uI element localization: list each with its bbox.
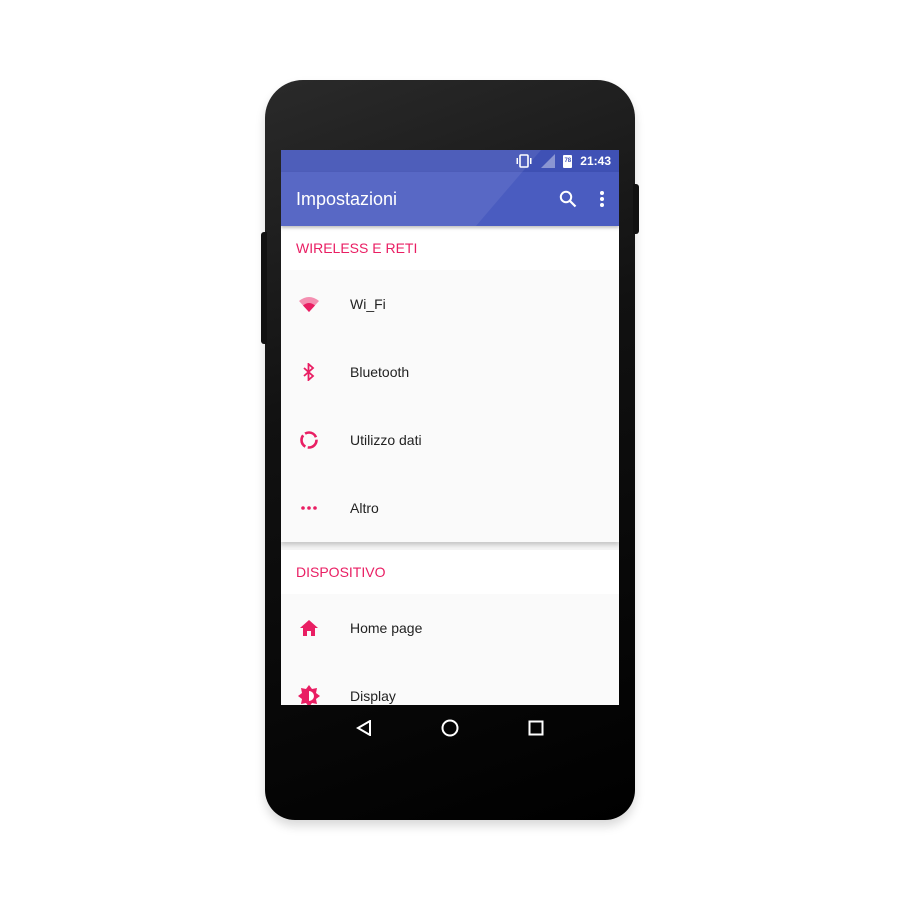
back-icon[interactable] xyxy=(355,720,372,736)
app-toolbar: Impostazioni xyxy=(281,172,619,226)
signal-icon xyxy=(541,154,556,168)
page-title: Impostazioni xyxy=(296,188,398,209)
item-label: Altro xyxy=(350,500,379,516)
item-label: Utilizzo dati xyxy=(350,432,422,448)
navigation-bar xyxy=(281,705,619,751)
item-label: Display xyxy=(350,688,396,704)
settings-item-data-usage[interactable]: Utilizzo dati xyxy=(281,406,619,474)
settings-item-wifi[interactable]: Wi_Fi xyxy=(281,270,619,338)
settings-item-more[interactable]: Altro xyxy=(281,474,619,542)
battery-icon: 78 xyxy=(563,154,573,168)
volume-button xyxy=(261,232,267,344)
divider xyxy=(281,542,619,550)
home-icon[interactable] xyxy=(441,719,459,737)
home-icon xyxy=(300,620,318,636)
search-icon[interactable] xyxy=(559,190,577,208)
more-vert-icon[interactable] xyxy=(599,190,605,208)
item-label: Wi_Fi xyxy=(350,296,386,312)
section-header: WIRELESS E RETI xyxy=(281,226,619,270)
item-label: Bluetooth xyxy=(350,364,410,380)
settings-item-bluetooth[interactable]: Bluetooth xyxy=(281,338,619,406)
section-wireless: WIRELESS E RETI Wi_Fi Bluetooth Utilizzo… xyxy=(281,226,619,542)
recents-icon[interactable] xyxy=(528,720,544,736)
data-usage-icon xyxy=(300,431,318,449)
section-header: DISPOSITIVO xyxy=(281,550,619,594)
item-label: Home page xyxy=(350,620,423,636)
settings-item-home[interactable]: Home page xyxy=(281,594,619,662)
clock: 21:43 xyxy=(580,154,611,168)
settings-item-display[interactable]: Display xyxy=(281,662,619,705)
power-button xyxy=(633,184,639,234)
section-device: DISPOSITIVO Home page Display xyxy=(281,550,619,705)
bluetooth-icon xyxy=(303,363,315,381)
wifi-icon xyxy=(299,297,319,312)
screen: 78 21:43 Impostazioni WIRELESS E RETI Wi… xyxy=(281,150,619,705)
brightness-icon xyxy=(298,685,320,705)
more-horiz-icon xyxy=(301,506,317,510)
